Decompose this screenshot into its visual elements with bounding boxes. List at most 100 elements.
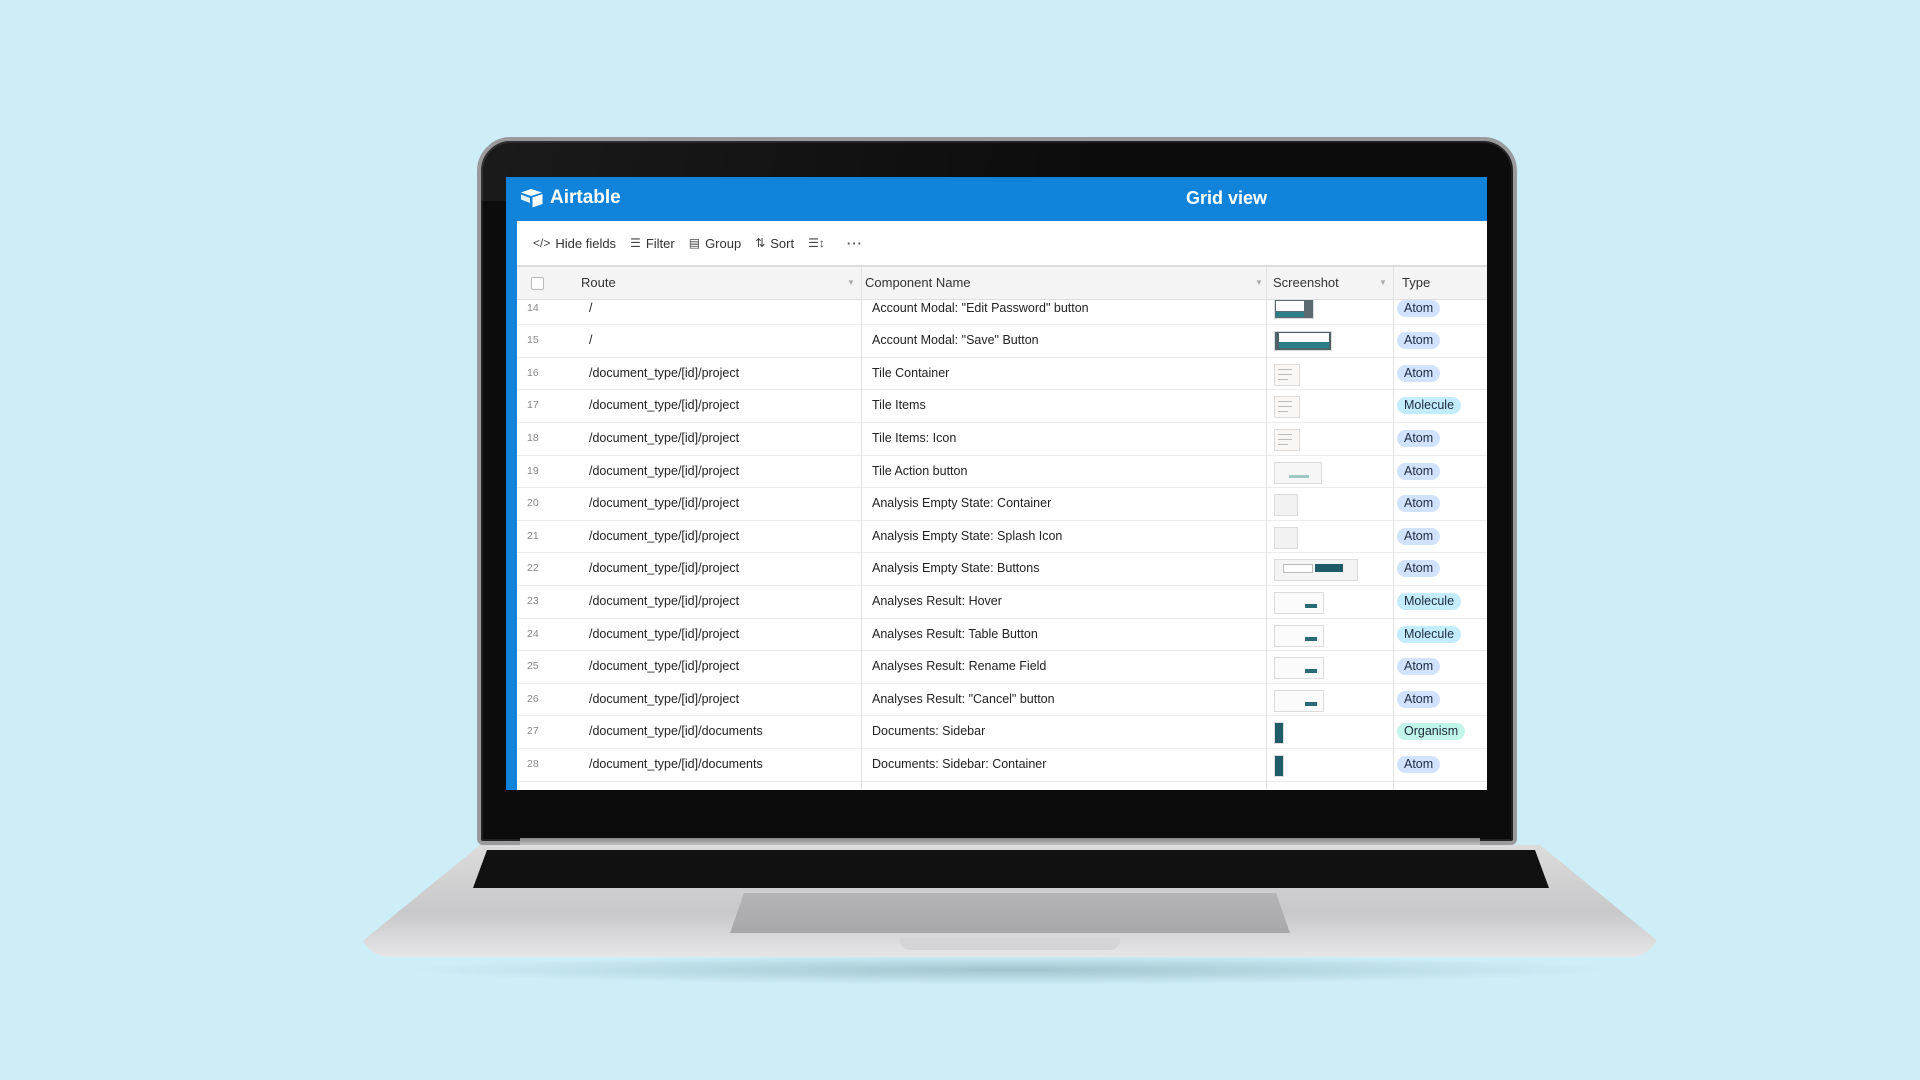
screenshot-thumbnail[interactable] xyxy=(1274,396,1300,419)
component-name-cell[interactable]: Analyses Result: "Cancel" button xyxy=(872,684,1055,715)
route-header-label: Route xyxy=(581,275,616,290)
screenshot-thumbnail[interactable] xyxy=(1274,754,1284,777)
column-header-screenshot[interactable]: Screenshot ▼ xyxy=(1273,267,1393,299)
table-row[interactable]: 21/document_type/[id]/project Analysis Em… xyxy=(517,521,1487,554)
row-number: 23 xyxy=(527,594,539,607)
route-cell[interactable]: / xyxy=(589,325,592,356)
type-badge[interactable]: Organism xyxy=(1397,723,1466,741)
column-divider[interactable] xyxy=(1266,267,1267,790)
screenshot-thumbnail[interactable] xyxy=(1274,494,1298,517)
data-grid: Route ▼ Component Name ▼ Screenshot ▼ Ty… xyxy=(517,265,1487,790)
type-badge[interactable]: Atom xyxy=(1397,495,1441,513)
select-all-checkbox[interactable] xyxy=(531,277,544,290)
type-badge[interactable]: Atom xyxy=(1397,690,1441,708)
screenshot-thumbnail[interactable] xyxy=(1274,331,1332,352)
table-row[interactable]: 22/document_type/[id]/project Analysis Em… xyxy=(517,553,1487,586)
screenshot-thumbnail[interactable] xyxy=(1274,722,1284,745)
chevron-down-icon[interactable]: ▼ xyxy=(1255,267,1263,299)
component-name-cell[interactable]: Analyses Result: Rename Field xyxy=(872,651,1046,682)
type-badge[interactable]: Atom xyxy=(1397,332,1441,350)
route-cell[interactable]: /document_type/[id]/project xyxy=(589,390,739,421)
column-divider[interactable] xyxy=(1393,267,1394,790)
type-badge[interactable]: Atom xyxy=(1397,299,1441,317)
component-name-cell[interactable]: Analysis Empty State: Buttons xyxy=(872,553,1039,584)
more-options-button[interactable]: ··· xyxy=(847,236,863,251)
table-row[interactable]: 18/document_type/[id]/project Tile Items:… xyxy=(517,423,1487,456)
type-badge[interactable]: Atom xyxy=(1397,364,1441,382)
table-row[interactable]: 27/document_type/[id]/documents Documents… xyxy=(517,716,1487,749)
component-name-cell[interactable]: Tile Items xyxy=(872,390,926,421)
route-cell[interactable]: /document_type/[id]/project xyxy=(589,456,739,487)
table-row[interactable]: 26/document_type/[id]/project Analyses Re… xyxy=(517,684,1487,717)
component-name-cell[interactable]: Tile Container xyxy=(872,358,949,389)
route-cell[interactable]: /document_type/[id]/project xyxy=(589,488,739,519)
route-cell[interactable]: /document_type/[id]/project xyxy=(589,521,739,552)
column-header-route[interactable]: Route ▼ xyxy=(581,267,861,299)
component-name-cell[interactable]: Tile Items: Icon xyxy=(872,423,956,454)
route-cell[interactable]: /document_type/[id]/project xyxy=(589,553,739,584)
airtable-logo[interactable]: Airtable xyxy=(520,187,621,209)
route-cell[interactable]: /document_type/[id]/project xyxy=(589,619,739,650)
type-badge[interactable]: Molecule xyxy=(1397,397,1462,415)
hide-fields-button[interactable]: </> Hide fields xyxy=(533,236,616,251)
row-number: 18 xyxy=(527,431,539,444)
component-name-cell[interactable]: Account Modal: "Save" Button xyxy=(872,325,1039,356)
route-cell[interactable]: /document_type/[id]/project xyxy=(589,586,739,617)
type-badge[interactable]: Molecule xyxy=(1397,592,1462,610)
group-label: Group xyxy=(705,235,742,251)
table-row[interactable]: 15 / Account Modal: "Save" Button Atom xyxy=(517,325,1487,358)
type-badge[interactable]: Atom xyxy=(1397,462,1441,480)
screenshot-thumbnail[interactable] xyxy=(1274,624,1324,647)
screenshot-thumbnail[interactable] xyxy=(1274,657,1324,680)
table-row[interactable]: 23/document_type/[id]/project Analyses Re… xyxy=(517,586,1487,619)
screenshot-thumbnail[interactable] xyxy=(1274,298,1314,319)
screenshot-thumbnail[interactable] xyxy=(1274,559,1358,582)
screenshot-thumbnail[interactable] xyxy=(1274,591,1324,614)
component-name-cell[interactable]: Documents: Sidebar xyxy=(872,716,985,747)
column-divider[interactable] xyxy=(861,267,862,790)
row-height-button[interactable]: ☰↕ xyxy=(808,236,825,250)
screenshot-thumbnail[interactable] xyxy=(1274,526,1298,549)
screenshot-thumbnail[interactable] xyxy=(1274,363,1300,386)
table-row[interactable]: 17/document_type/[id]/project Tile Items M… xyxy=(517,390,1487,423)
table-row[interactable]: 20/document_type/[id]/project Analysis Em… xyxy=(517,488,1487,521)
column-header-type[interactable]: Type xyxy=(1402,267,1482,299)
table-row[interactable] xyxy=(517,782,1487,791)
filter-button[interactable]: ☰ Filter xyxy=(630,236,675,251)
route-cell[interactable]: /document_type/[id]/project xyxy=(589,358,739,389)
table-row[interactable]: 19/document_type/[id]/project Tile Action… xyxy=(517,456,1487,489)
screenshot-thumbnail[interactable] xyxy=(1274,428,1300,451)
table-row[interactable]: 25/document_type/[id]/project Analyses Re… xyxy=(517,651,1487,684)
route-cell[interactable]: /document_type/[id]/project xyxy=(589,651,739,682)
route-cell[interactable]: /document_type/[id]/documents xyxy=(589,749,763,780)
row-number: 24 xyxy=(527,627,539,640)
component-name-cell[interactable]: Documents: Sidebar: Container xyxy=(872,749,1046,780)
component-name-cell[interactable]: Analysis Empty State: Splash Icon xyxy=(872,521,1062,552)
group-button[interactable]: ▤ Group xyxy=(689,236,741,251)
screenshot-thumbnail[interactable] xyxy=(1274,461,1322,484)
table-row[interactable]: 16/document_type/[id]/project Tile Contai… xyxy=(517,358,1487,391)
chevron-down-icon[interactable]: ▼ xyxy=(847,267,855,299)
component-name-cell[interactable]: Tile Action button xyxy=(872,456,967,487)
chevron-down-icon[interactable]: ▼ xyxy=(1379,267,1387,299)
type-badge[interactable]: Atom xyxy=(1397,429,1441,447)
component-name-cell[interactable]: Analysis Empty State: Container xyxy=(872,488,1051,519)
component-name-cell[interactable]: Analyses Result: Table Button xyxy=(872,619,1038,650)
screenshot-thumbnail[interactable] xyxy=(1274,689,1324,712)
type-badge[interactable]: Atom xyxy=(1397,560,1441,578)
type-badge[interactable]: Molecule xyxy=(1397,625,1462,643)
type-badge[interactable]: Atom xyxy=(1397,755,1441,773)
route-cell[interactable]: /document_type/[id]/documents xyxy=(589,716,763,747)
column-header-component-name[interactable]: Component Name ▼ xyxy=(861,267,1270,299)
row-number: 15 xyxy=(527,334,539,347)
type-badge[interactable]: Atom xyxy=(1397,658,1441,676)
component-name-cell[interactable]: Analyses Result: Hover xyxy=(872,586,1002,617)
row-number: 22 xyxy=(527,562,539,575)
table-row[interactable]: 28/document_type/[id]/documents Documents… xyxy=(517,749,1487,782)
table-row[interactable]: 24/document_type/[id]/project Analyses Re… xyxy=(517,619,1487,652)
route-cell[interactable]: /document_type/[id]/project xyxy=(589,684,739,715)
type-badge[interactable]: Atom xyxy=(1397,527,1441,545)
sort-button[interactable]: ⇅ Sort xyxy=(755,236,794,251)
route-cell[interactable]: /document_type/[id]/project xyxy=(589,423,739,454)
grid-panel: </> Hide fields ☰ Filter ▤ Group ⇅ Sort … xyxy=(517,221,1487,790)
